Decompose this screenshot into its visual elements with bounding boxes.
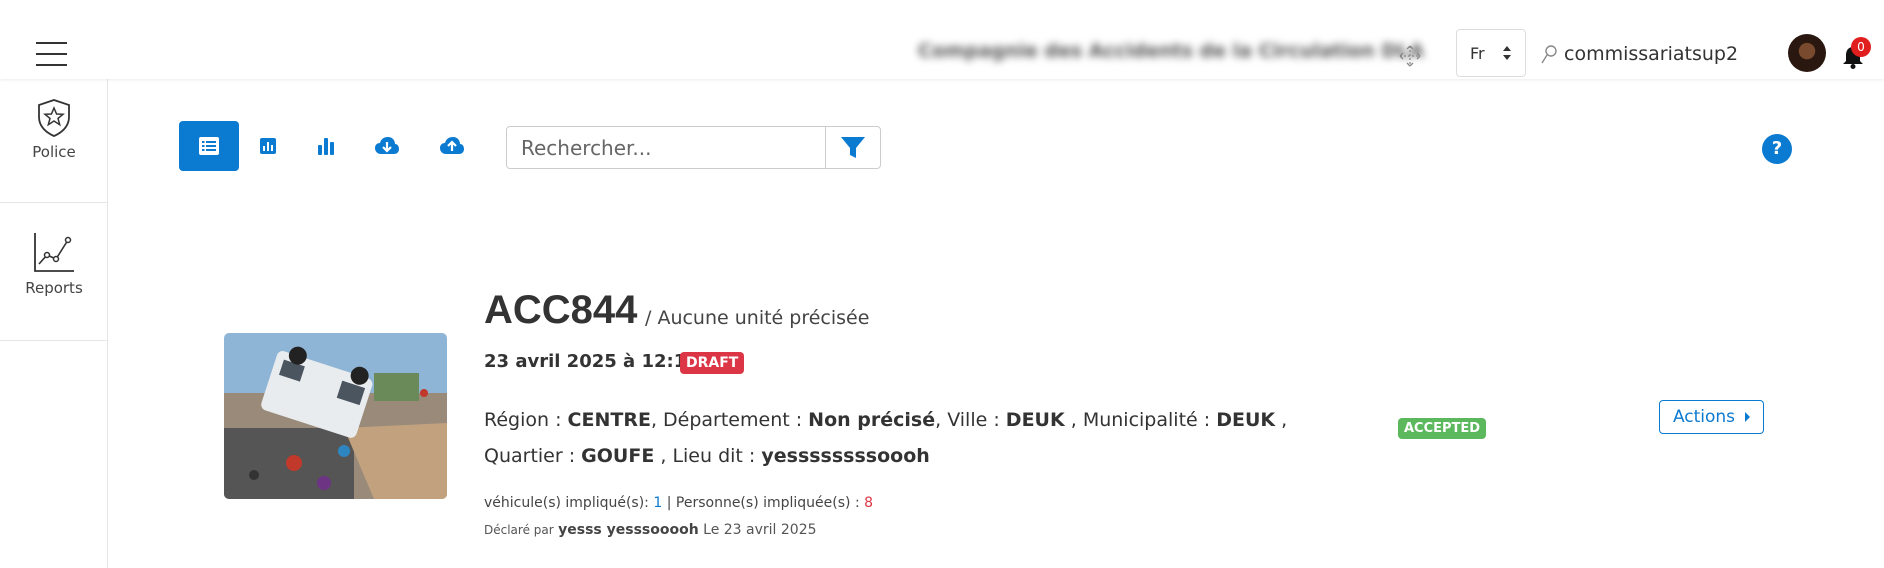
- cloud-download-icon: [375, 137, 399, 154]
- shield-star-icon: [38, 99, 70, 137]
- persons-count[interactable]: 8: [864, 495, 873, 511]
- vehicles-label: véhicule(s) impliqué(s):: [484, 495, 649, 511]
- declared-info: Déclaré par yesss yesssooooh Le 23 avril…: [484, 522, 817, 538]
- quartier-value: GOUFE: [581, 445, 655, 467]
- accident-location: Région : CENTRE, Département : Non préci…: [484, 402, 1364, 474]
- list-view-button[interactable]: [179, 121, 239, 171]
- sidebar-item-label: Police: [32, 143, 76, 161]
- language-value: Fr: [1470, 44, 1485, 63]
- municipalite-value: DEUK: [1216, 409, 1276, 431]
- sidebar: Police Reports: [0, 79, 108, 568]
- username[interactable]: commissariatsup2: [1564, 43, 1738, 65]
- help-button[interactable]: ?: [1762, 134, 1792, 164]
- region-value: CENTRE: [567, 409, 651, 431]
- vehicles-count[interactable]: 1: [653, 495, 662, 511]
- caret-right-icon: [1745, 412, 1751, 422]
- avatar[interactable]: [1788, 34, 1826, 72]
- select-arrows-icon: [1503, 46, 1511, 60]
- hamburger-menu-icon[interactable]: [36, 42, 67, 66]
- actions-button[interactable]: Actions: [1659, 400, 1764, 434]
- bar-chart-icon: [318, 138, 334, 155]
- filter-button[interactable]: [826, 126, 881, 169]
- draft-status-badge: DRAFT: [680, 352, 745, 374]
- upload-button[interactable]: [422, 121, 482, 171]
- top-bar: Compagnie des Accidents de la Circulatio…: [0, 0, 1884, 79]
- line-chart-icon: [34, 233, 74, 272]
- municipalite-label: , Municipalité :: [1070, 409, 1211, 431]
- sidebar-item-police[interactable]: Police: [0, 79, 108, 203]
- language-select[interactable]: Fr: [1456, 29, 1526, 77]
- persons-label: | Personne(s) impliquée(s) :: [666, 495, 860, 511]
- accident-date: 23 avril 2025 à 12:14: [484, 351, 699, 372]
- declared-by: yesss yesssooooh: [558, 522, 699, 538]
- departement-value: Non précisé: [808, 409, 936, 431]
- accident-photo[interactable]: [224, 333, 447, 499]
- resize-arrows-icon[interactable]: [1398, 44, 1422, 68]
- involved-summary: véhicule(s) impliqué(s): 1 | Personne(s)…: [484, 495, 873, 511]
- download-button[interactable]: [357, 121, 417, 171]
- accident-code[interactable]: ACC844: [484, 288, 637, 333]
- actions-label: Actions: [1672, 407, 1736, 427]
- user-icon: [1541, 45, 1557, 64]
- accepted-status-badge: ACCEPTED: [1398, 418, 1487, 439]
- lieu-label: , Lieu dit :: [660, 445, 756, 467]
- company-name: Compagnie des Accidents de la Circulatio…: [918, 40, 1424, 62]
- ville-label: , Ville :: [935, 409, 1000, 431]
- departement-label: , Département :: [650, 409, 803, 431]
- chart-button[interactable]: [296, 121, 356, 171]
- accident-photo-image: [224, 333, 447, 499]
- search-input[interactable]: [506, 126, 826, 169]
- bar-chart-small-icon: [260, 138, 276, 154]
- region-label: Région :: [484, 409, 562, 431]
- notification-count-badge: 0: [1851, 37, 1871, 57]
- declared-date: Le 23 avril 2025: [703, 522, 817, 538]
- sidebar-item-label: Reports: [25, 279, 83, 297]
- stats-button[interactable]: [238, 121, 298, 171]
- lieu-value: yessssssssoooh: [761, 445, 930, 467]
- filter-icon: [841, 136, 865, 158]
- ville-value: DEUK: [1005, 409, 1065, 431]
- accident-unit: / Aucune unité précisée: [645, 307, 870, 329]
- declared-prefix: Déclaré par: [484, 523, 554, 537]
- cloud-upload-icon: [440, 137, 464, 154]
- sidebar-item-reports[interactable]: Reports: [0, 203, 108, 341]
- list-view-icon: [199, 137, 219, 155]
